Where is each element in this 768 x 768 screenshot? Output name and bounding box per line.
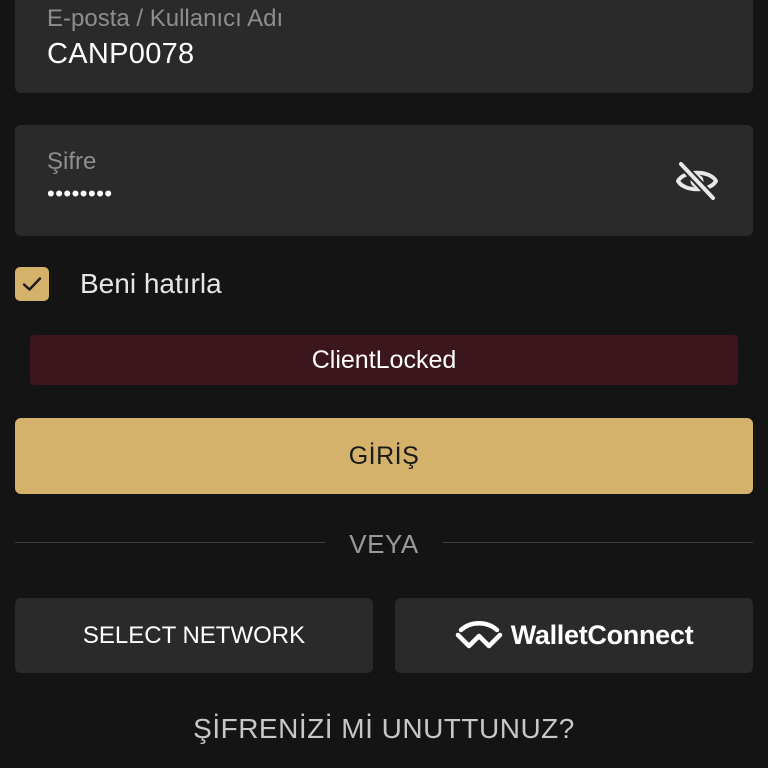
checkmark-icon: [22, 277, 42, 291]
password-field[interactable]: Şifre ••••••••: [15, 125, 753, 236]
error-banner: ClientLocked: [30, 335, 738, 385]
walletconnect-label: WalletConnect: [510, 620, 694, 650]
password-field-value[interactable]: ••••••••: [47, 181, 113, 207]
remember-me-label[interactable]: Beni hatırla: [80, 268, 222, 300]
email-field-label: E-posta / Kullanıcı Adı: [47, 5, 284, 32]
divider-line-right: [443, 542, 753, 543]
forgot-password-link[interactable]: ŞİFRENİZİ Mİ UNUTTUNUZ?: [0, 713, 768, 745]
divider-label: VEYA: [349, 529, 419, 559]
eye-off-icon[interactable]: [675, 161, 719, 201]
login-screen: E-posta / Kullanıcı Adı CANP0078 Şifre •…: [0, 0, 768, 768]
email-field-value[interactable]: CANP0078: [47, 38, 195, 71]
select-network-button[interactable]: SELECT NETWORK: [15, 598, 373, 673]
walletconnect-logo-icon: [455, 620, 503, 651]
login-button[interactable]: GİRİŞ: [15, 418, 753, 494]
email-field[interactable]: E-posta / Kullanıcı Adı CANP0078: [15, 0, 753, 93]
walletconnect-button[interactable]: WalletConnect: [395, 598, 753, 673]
remember-me-checkbox[interactable]: [15, 267, 49, 301]
eye-off-icon-graphic: [676, 161, 718, 201]
or-divider: VEYA: [15, 525, 753, 565]
password-field-label: Şifre: [47, 148, 97, 175]
remember-me[interactable]: Beni hatırla: [15, 266, 222, 302]
